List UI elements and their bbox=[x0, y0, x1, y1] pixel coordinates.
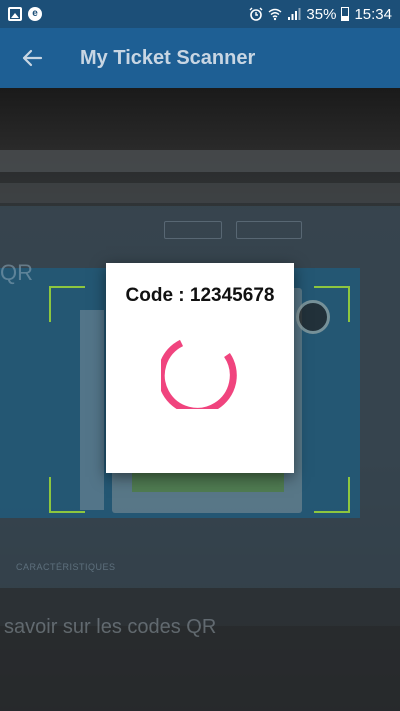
code-text: Code : 12345678 bbox=[125, 285, 275, 306]
arrow-left-icon bbox=[22, 49, 43, 67]
scan-frame-corner-top-right bbox=[314, 286, 350, 322]
camera-blur-pill bbox=[164, 221, 222, 239]
wifi-icon bbox=[268, 8, 282, 21]
camera-blur-browserbar bbox=[0, 150, 400, 172]
camera-blur-qr-text: QR bbox=[0, 260, 33, 285]
loading-spinner-icon bbox=[161, 339, 237, 409]
app-title: My Ticket Scanner bbox=[80, 46, 256, 69]
status-right: 35% 15:34 bbox=[249, 6, 392, 23]
camera-blur-pill bbox=[236, 221, 302, 239]
e-notification-icon: e bbox=[28, 7, 42, 21]
app-bar: My Ticket Scanner bbox=[0, 28, 400, 88]
scan-result-dialog: Code : 12345678 bbox=[106, 263, 294, 473]
scan-frame-corner-bottom-right bbox=[314, 477, 350, 513]
signal-icon bbox=[288, 8, 301, 20]
scan-frame-corner-top-left bbox=[49, 286, 85, 322]
camera-blur-heading: savoir sur les codes QR bbox=[4, 616, 217, 638]
camera-blur-button bbox=[132, 470, 284, 492]
image-icon bbox=[8, 7, 22, 21]
scan-frame-corner-bottom-left bbox=[49, 477, 85, 513]
clock: 15:34 bbox=[354, 5, 392, 23]
status-bar: e 35% 15:34 bbox=[0, 0, 400, 28]
battery-percent: 35% bbox=[306, 5, 337, 23]
back-button[interactable] bbox=[0, 28, 64, 88]
battery-icon bbox=[341, 7, 350, 21]
alarm-icon bbox=[249, 7, 263, 21]
camera-blur-section-label: CARACTÉRISTIQUES bbox=[16, 562, 116, 572]
camera-blur-tabs bbox=[0, 183, 400, 203]
status-left: e bbox=[8, 7, 42, 21]
camera-blur-bottom bbox=[0, 588, 400, 711]
